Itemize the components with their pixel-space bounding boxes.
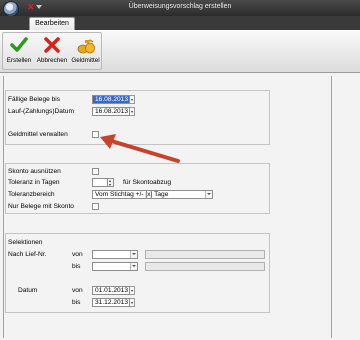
annotation-arrow-icon [100, 134, 180, 163]
title-bar: ✕ Überweisungsvorschlag erstellen [0, 0, 360, 17]
create-button-label: Erstellen [6, 57, 32, 64]
form-area: Fällige Belege bis 16.08.2013 Lauf-(Zahl… [0, 74, 360, 340]
checkmark-icon [10, 37, 28, 52]
tab-bearbeiten[interactable]: Bearbeiten [29, 17, 75, 30]
funds-button-label: Geldmittel [71, 57, 100, 64]
funds-button[interactable]: Geldmittel [70, 35, 101, 69]
create-button[interactable]: Erstellen [5, 35, 33, 69]
ribbon: Erstellen Abbrechen Geldmittel [0, 30, 360, 73]
cancel-button-label: Abbrechen [36, 57, 68, 64]
cancel-button[interactable]: Abbrechen [35, 35, 69, 69]
ribbon-group-actions: Erstellen Abbrechen Geldmittel [2, 32, 102, 70]
cancel-x-icon [44, 37, 60, 53]
money-bag-icon [77, 39, 95, 54]
window-title: Überweisungsvorschlag erstellen [128, 3, 232, 10]
